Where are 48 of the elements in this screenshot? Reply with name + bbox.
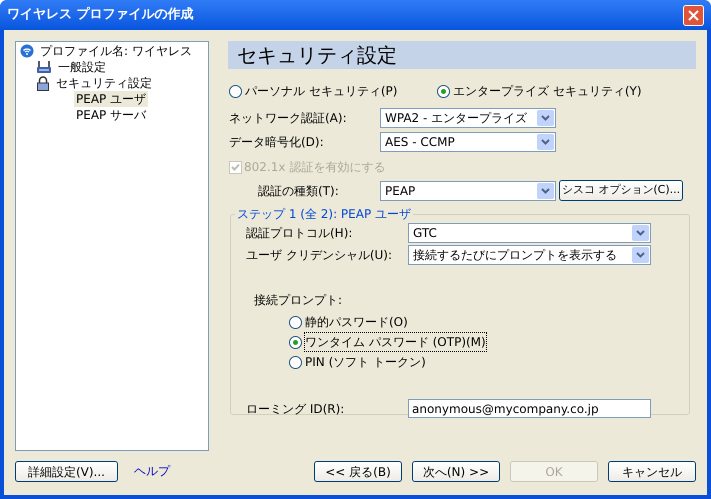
dropdown-value: GTC <box>413 225 437 242</box>
next-button[interactable]: 次へ(N) >> <box>412 461 500 482</box>
field-label: ネットワーク認証(A): <box>228 110 348 127</box>
field-label: データ暗号化(D): <box>228 134 325 151</box>
wireless-icon <box>20 44 34 58</box>
radio-button[interactable] <box>289 356 302 368</box>
cancel-button[interactable]: キャンセル <box>608 461 696 482</box>
field-label: 認証の種類(T): <box>257 182 340 200</box>
radio-label: PIN (ソフト トークン) <box>305 354 426 371</box>
section-heading: セキュリティ設定 <box>228 41 696 69</box>
cisco-options-button[interactable]: シスコ オプション(C)... <box>559 180 683 201</box>
lock-icon <box>36 76 50 90</box>
field-label: ローミング ID(R): <box>245 400 346 418</box>
dropdown[interactable]: WPA2 - エンタープライズ <box>380 108 556 128</box>
radio-label: エンタープライズ セキュリティ(Y) <box>453 83 642 100</box>
prompt-label: 接続プロンプト: <box>254 292 344 309</box>
dropdown-value: 接続するたびにプロンプトを表示する <box>413 247 617 264</box>
radio-button[interactable] <box>229 84 242 98</box>
dropdown[interactable]: GTC <box>408 223 651 243</box>
back-button[interactable]: << 戻る(B) <box>314 461 402 482</box>
advanced-settings-button[interactable]: 詳細設定(V)... <box>15 461 118 482</box>
tree-item[interactable]: プロファイル名: ワイヤレス <box>38 43 194 59</box>
group-title: ステップ 1 (全 2): PEAP ユーザ <box>236 206 412 223</box>
tree-item[interactable]: セキュリティ設定 <box>54 75 154 91</box>
radio-button[interactable] <box>437 84 450 98</box>
tree-item[interactable]: PEAP ユーザ <box>74 91 148 107</box>
tree-item[interactable]: 一般設定 <box>56 59 108 75</box>
radio-label: 静的パスワード(O) <box>305 314 408 331</box>
window-title: ワイヤレス プロファイルの作成 <box>7 6 194 24</box>
dropdown[interactable]: 接続するたびにプロンプトを表示する <box>408 245 651 265</box>
dropdown-value: AES - CCMP <box>385 134 455 151</box>
help-link[interactable]: ヘルプ <box>134 461 170 482</box>
checkbox-label: 802.1x 認証を有効にする <box>244 159 386 176</box>
radio-label: ワンタイム パスワード (OTP)(M) <box>305 333 486 351</box>
tree-item[interactable]: PEAP サーバ <box>74 107 148 123</box>
radio-label: パーソナル セキュリティ(P) <box>245 83 398 100</box>
close-icon <box>688 10 699 20</box>
dropdown[interactable]: PEAP <box>380 180 556 200</box>
field-label: 認証プロトコル(H): <box>245 225 354 242</box>
dropdown-value: PEAP <box>385 182 416 200</box>
text-input[interactable]: anonymous@mycompany.co.jp <box>408 399 651 418</box>
dropdown-value: WPA2 - エンタープライズ <box>385 110 528 127</box>
radio-button[interactable] <box>289 316 302 328</box>
dropdown[interactable]: AES - CCMP <box>380 132 556 152</box>
radio-button[interactable] <box>289 336 302 348</box>
close-button[interactable] <box>683 4 704 26</box>
field-label: ユーザ クリデンシャル(U): <box>245 247 394 264</box>
router-icon <box>36 60 52 74</box>
